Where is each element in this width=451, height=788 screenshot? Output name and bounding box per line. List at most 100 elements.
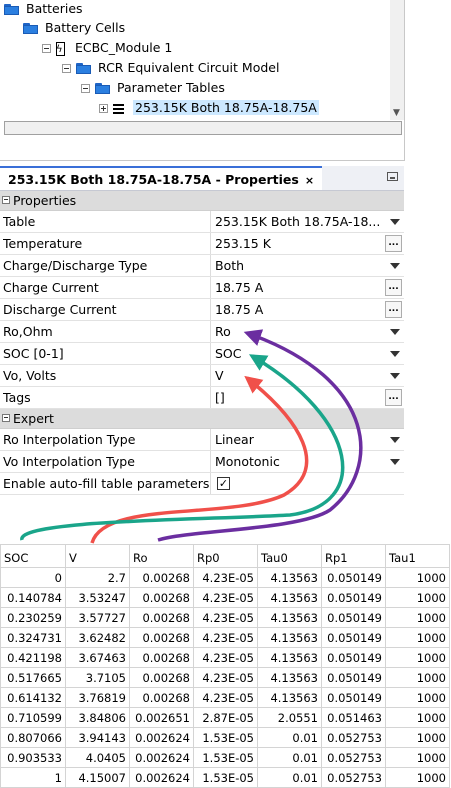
table-cell[interactable]: 0.614132 <box>0 687 66 708</box>
table-cell[interactable]: 1000 <box>385 567 450 588</box>
table-cell[interactable]: 1.53E-05 <box>193 747 258 768</box>
dropdown-arrow-icon[interactable] <box>390 373 400 379</box>
table-cell[interactable]: 1000 <box>385 687 450 708</box>
table-cell[interactable]: 0.050149 <box>321 687 386 708</box>
table-cell[interactable]: 0.324731 <box>0 627 66 648</box>
tree-node-battery-cells[interactable]: Battery Cells <box>23 18 127 37</box>
table-row[interactable]: 0.710599 3.84806 0.002651 2.87E-05 2.0551 0.0… <box>0 707 450 728</box>
table-cell[interactable]: 4.13563 <box>257 687 322 708</box>
table-cell[interactable]: 0.421198 <box>0 647 66 668</box>
property-value[interactable]: Both <box>215 255 380 276</box>
table-cell[interactable]: 0.807066 <box>0 727 66 748</box>
table-row[interactable]: 0.421198 3.67463 0.00268 4.23E-05 4.13563 0.0… <box>0 647 450 668</box>
table-cell[interactable]: 0 <box>0 567 66 588</box>
scroll-down-icon[interactable]: ▼ <box>393 108 400 118</box>
table-cell[interactable]: 0.903533 <box>0 747 66 768</box>
ellipsis-button[interactable]: ... <box>385 389 402 406</box>
table-cell[interactable]: 1000 <box>385 607 450 628</box>
table-cell[interactable]: 0.01 <box>257 727 322 748</box>
column-header[interactable]: V <box>65 544 130 568</box>
table-cell[interactable]: 0.002624 <box>129 747 194 768</box>
section-header-properties[interactable]: Properties <box>0 191 404 211</box>
tree-horizontal-scrollbar[interactable] <box>4 121 402 135</box>
table-cell[interactable]: 1000 <box>385 627 450 648</box>
table-cell[interactable]: 0.052753 <box>321 747 386 768</box>
ellipsis-button[interactable]: ... <box>385 279 402 296</box>
table-cell[interactable]: 0.050149 <box>321 647 386 668</box>
table-row[interactable]: 0.140784 3.53247 0.00268 4.23E-05 4.13563 0.0… <box>0 587 450 608</box>
table-cell[interactable]: 4.23E-05 <box>193 587 258 608</box>
table-cell[interactable]: 1000 <box>385 587 450 608</box>
table-cell[interactable]: 0.050149 <box>321 567 386 588</box>
property-value[interactable]: SOC <box>215 343 380 364</box>
property-row[interactable]: Enable auto-fill table parameters ✓ <box>0 473 404 495</box>
column-header[interactable]: Rp1 <box>321 544 386 568</box>
table-cell[interactable]: 4.23E-05 <box>193 687 258 708</box>
column-divider[interactable] <box>210 473 211 494</box>
table-cell[interactable]: 0.01 <box>257 747 322 768</box>
table-cell[interactable]: 0.050149 <box>321 667 386 688</box>
table-cell[interactable]: 0.00268 <box>129 647 194 668</box>
tree-node-parameter-tables[interactable]: Parameter Tables <box>81 78 227 97</box>
collapse-toggle-icon[interactable] <box>62 64 71 73</box>
table-cell[interactable]: 4.13563 <box>257 607 322 628</box>
table-row[interactable]: 0.517665 3.7105 0.00268 4.23E-05 4.13563 0.05… <box>0 667 450 688</box>
table-cell[interactable]: 3.62482 <box>65 627 130 648</box>
property-value[interactable]: Ro <box>215 321 380 342</box>
auto-fill-checkbox[interactable]: ✓ <box>217 477 230 490</box>
ellipsis-button[interactable]: ... <box>385 301 402 318</box>
table-cell[interactable]: 2.87E-05 <box>193 707 258 728</box>
table-cell[interactable]: 4.13563 <box>257 647 322 668</box>
tree-node-parameter-table[interactable]: 253.15K Both 18.75A-18.75A <box>99 98 319 117</box>
dropdown-arrow-icon[interactable] <box>390 437 400 443</box>
table-cell[interactable]: 0.051463 <box>321 707 386 728</box>
column-divider[interactable] <box>210 233 211 254</box>
property-value[interactable]: 253.15K Both 18.75A-18... <box>215 211 380 232</box>
column-divider[interactable] <box>210 365 211 386</box>
table-cell[interactable]: 3.7105 <box>65 667 130 688</box>
column-header[interactable]: SOC <box>0 544 66 568</box>
table-row[interactable]: 0.903533 4.0405 0.002624 1.53E-05 0.01 0.0527… <box>0 747 450 768</box>
table-cell[interactable]: 0.00268 <box>129 667 194 688</box>
dropdown-arrow-icon[interactable] <box>390 263 400 269</box>
table-cell[interactable]: 0.710599 <box>0 707 66 728</box>
collapse-toggle-icon[interactable] <box>42 44 51 53</box>
property-row[interactable]: Vo, Volts V <box>0 365 404 387</box>
property-value[interactable]: 18.75 A <box>215 277 380 298</box>
tree-node-rcr-model[interactable]: RCR Equivalent Circuit Model <box>62 58 281 77</box>
table-cell[interactable]: 4.13563 <box>257 667 322 688</box>
table-cell[interactable]: 1000 <box>385 667 450 688</box>
property-row[interactable]: Charge Current 18.75 A... <box>0 277 404 299</box>
table-cell[interactable]: 0.002624 <box>129 727 194 748</box>
property-row[interactable]: Ro Interpolation Type Linear <box>0 429 404 451</box>
column-divider[interactable] <box>210 429 211 450</box>
property-row[interactable]: Ro,Ohm Ro <box>0 321 404 343</box>
column-divider[interactable] <box>210 277 211 298</box>
table-cell[interactable]: 4.23E-05 <box>193 667 258 688</box>
dropdown-arrow-icon[interactable] <box>390 329 400 335</box>
property-value[interactable]: 253.15 K <box>215 233 380 254</box>
table-cell[interactable]: 1000 <box>385 747 450 768</box>
table-row[interactable]: 0.614132 3.76819 0.00268 4.23E-05 4.13563 0.0… <box>0 687 450 708</box>
column-divider[interactable] <box>210 299 211 320</box>
table-cell[interactable]: 2.0551 <box>257 707 322 728</box>
property-row[interactable]: Tags []... <box>0 387 404 409</box>
column-divider[interactable] <box>210 343 211 364</box>
table-cell[interactable]: 4.13563 <box>257 567 322 588</box>
table-row[interactable]: 0.230259 3.57727 0.00268 4.23E-05 4.13563 0.0… <box>0 607 450 628</box>
parameter-data-table[interactable]: SOC V Ro Rp0 Tau0 Rp1 Tau1 0 2.7 0.00268 4.23E-05… <box>0 544 450 788</box>
table-row[interactable]: 0 2.7 0.00268 4.23E-05 4.13563 0.050149 1000 <box>0 567 450 588</box>
table-cell[interactable]: 0.050149 <box>321 627 386 648</box>
column-divider[interactable] <box>210 321 211 342</box>
property-row[interactable]: SOC [0-1] SOC <box>0 343 404 365</box>
section-header-expert[interactable]: Expert <box>0 409 404 429</box>
tree-node-ecbc-module[interactable]: ECBC_Module 1 <box>42 38 174 59</box>
table-cell[interactable]: 0.050149 <box>321 607 386 628</box>
table-cell[interactable]: 0.00268 <box>129 627 194 648</box>
table-cell[interactable]: 3.94143 <box>65 727 130 748</box>
property-value[interactable]: V <box>215 365 380 386</box>
table-cell[interactable]: 4.13563 <box>257 627 322 648</box>
table-cell[interactable]: 3.67463 <box>65 647 130 668</box>
property-row[interactable]: Vo Interpolation Type Monotonic <box>0 451 404 473</box>
column-divider[interactable] <box>210 211 211 232</box>
